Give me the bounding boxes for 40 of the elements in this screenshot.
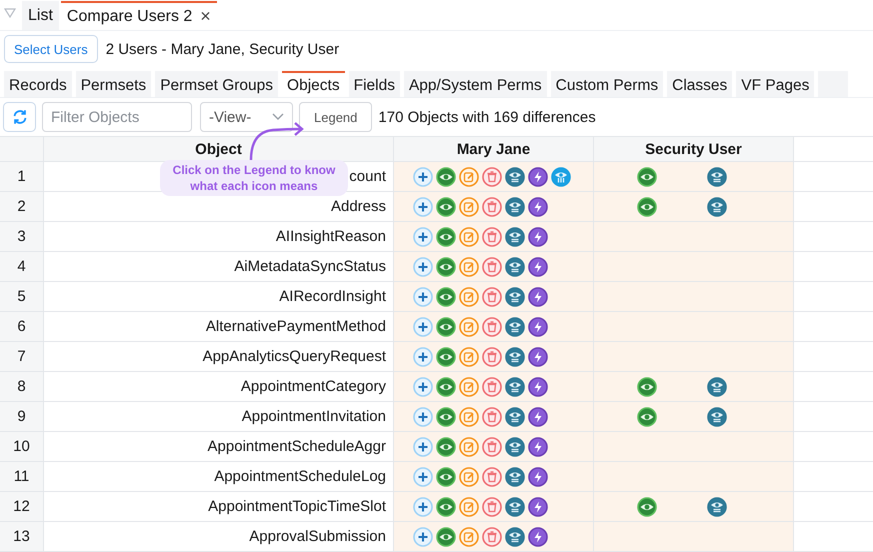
tab[interactable]: List [22,1,59,30]
tab[interactable]: Permsets [76,71,152,97]
close-icon[interactable]: × [200,6,211,27]
legend-button[interactable]: Legend [299,102,372,132]
tab-label: Compare Users 2 [66,8,192,26]
collapse-icon[interactable] [4,8,16,18]
tab-label: List [28,6,53,24]
tab[interactable]: Custom Perms [550,71,664,97]
column-header: Security User [594,137,794,161]
tab[interactable]: App/System Perms [404,71,547,97]
column-header: Object [44,137,394,161]
users-summary: 2 Users - Mary Jane, Security User [106,40,340,58]
summary-text: 170 Objects with 169 differences [378,108,596,126]
row-number: 13 [0,522,44,551]
row-number: 9 [0,402,44,431]
tab[interactable]: Permset Groups [155,71,278,97]
row-number: 8 [0,372,44,401]
column-header: Mary Jane [394,137,594,161]
row-number: 6 [0,312,44,341]
row-number: 4 [0,252,44,281]
filter-field[interactable]: Filter Objects [42,102,192,132]
row-number: 12 [0,492,44,521]
row-number: 3 [0,222,44,251]
row-number: 7 [0,342,44,371]
tab[interactable]: VF Pages [736,71,814,97]
row-number: 2 [0,192,44,221]
refresh-button[interactable] [3,102,36,132]
tooltip: Click on the Legend to know what each icon means [160,160,348,196]
tab[interactable]: Classes [667,71,732,97]
select-users-button[interactable]: Select Users [4,35,98,63]
row-number: 10 [0,432,44,461]
refresh-icon [10,108,28,126]
chevron-down-icon [272,113,284,121]
view-dropdown[interactable]: -View- [200,102,293,132]
tab[interactable]: Fields [348,71,400,97]
row-number: 11 [0,462,44,491]
row-number: 5 [0,282,44,311]
dropdown-value: -View- [209,108,252,126]
tab[interactable]: Records [4,71,72,97]
row-number: 1 [0,162,44,191]
